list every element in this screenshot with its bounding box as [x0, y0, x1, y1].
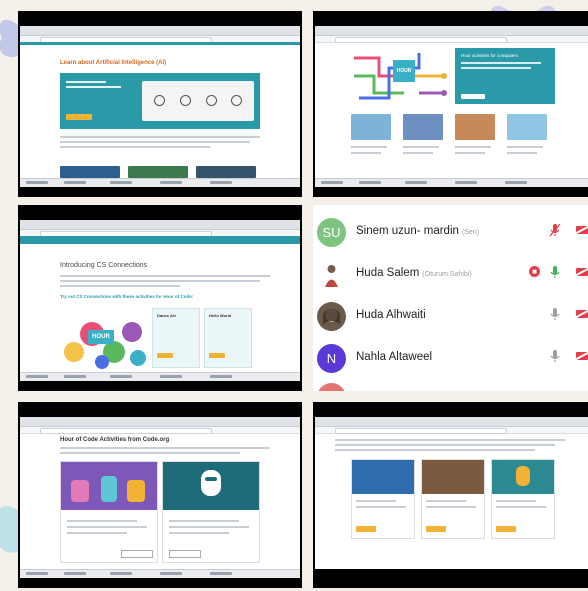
participant-name: Nahla Altaweel [356, 351, 433, 363]
browser-window: Hour of Code Activities from Code.org [20, 417, 300, 569]
browser-window: HOUR Hour activities for computers [315, 26, 588, 178]
person-photo-icon [325, 265, 338, 287]
course-card-1[interactable] [351, 459, 415, 539]
activities-link[interactable]: Try out CS Connections with these activi… [60, 294, 193, 299]
mic-muted-icon[interactable] [549, 223, 561, 237]
activity-card-ai[interactable] [162, 461, 260, 563]
participant-row[interactable] [313, 375, 588, 391]
participant-row[interactable]: N Nahla Altaweel [313, 336, 588, 378]
course-card-3[interactable] [491, 459, 555, 539]
participant-name: Huda Salem (Oturum Sahibi) [356, 267, 472, 279]
camera-off-icon[interactable] [576, 226, 588, 234]
screen-share-tile-cs-connections: Introducing CS Connections Try out CS Co… [18, 205, 302, 391]
browser-window [315, 417, 588, 569]
page-heading: Introducing CS Connections [60, 262, 148, 269]
screen-share-tile-hour-of-code: HOUR Hour activities for computers [313, 11, 588, 197]
camera-off-icon[interactable] [576, 268, 588, 276]
screen-share-tile-ai: Learn about Artificial Intelligence (AI) [18, 11, 302, 197]
activity-card-dance-art[interactable]: Dance Art [152, 308, 200, 368]
taskbar [20, 569, 300, 578]
taskbar [20, 178, 300, 187]
taskbar [20, 372, 300, 381]
mic-off-icon[interactable] [549, 307, 561, 321]
participants-panel: SU Sinem uzun- mardin (Sen) Huda Salem (Ot… [313, 205, 588, 391]
activities-card-title: Hour activities for computers [461, 53, 519, 58]
participant-name: Sinem uzun- mardin (Sen) [356, 225, 480, 237]
person-photo-icon [317, 302, 346, 331]
camera-off-icon[interactable] [576, 310, 588, 318]
screen-share-tile-ai-course [313, 402, 588, 588]
avatar: SU [317, 218, 346, 247]
avatar [317, 383, 346, 391]
avatar: N [317, 344, 346, 373]
camera-off-icon[interactable] [576, 352, 588, 360]
participant-row[interactable]: SU Sinem uzun- mardin (Sen) [313, 210, 588, 252]
mic-off-icon[interactable] [549, 349, 561, 363]
page-heading: Learn about Artificial Intelligence (AI) [60, 60, 167, 66]
taskbar [315, 178, 588, 187]
activity-card-hello-world[interactable]: Hello World [204, 308, 252, 368]
page-heading: Hour of Code Activities from Code.org [60, 437, 170, 443]
robot-icon [201, 470, 221, 496]
screen-share-tile-hoc-activities: Hour of Code Activities from Code.org [18, 402, 302, 588]
hour-of-code-logo: HOUR [88, 330, 114, 344]
activity-card-dance[interactable] [60, 461, 158, 563]
avatar [317, 302, 346, 331]
mic-on-icon[interactable] [549, 265, 561, 279]
robot-icon [516, 466, 530, 486]
stop-sharing-icon[interactable]: ■ [529, 266, 540, 277]
browser-tabs [20, 26, 300, 36]
participant-row[interactable]: Huda Alhwaiti [313, 294, 588, 336]
participant-name: Huda Alhwaiti [356, 309, 426, 321]
course-card-2[interactable] [421, 459, 485, 539]
hour-of-code-logo: HOUR [393, 60, 415, 82]
black-bar [313, 570, 588, 588]
browser-window: Learn about Artificial Intelligence (AI) [20, 26, 300, 178]
browser-window: Introducing CS Connections Try out CS Co… [20, 220, 300, 372]
avatar [317, 260, 346, 289]
participant-row[interactable]: Huda Salem (Oturum Sahibi) ■ [313, 252, 588, 294]
